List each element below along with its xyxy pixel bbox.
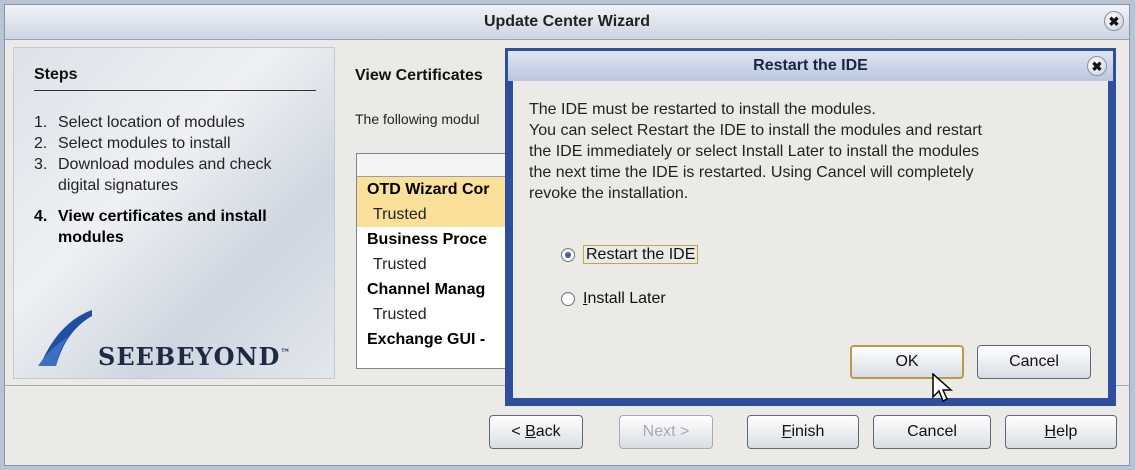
page-title: View Certificates — [355, 67, 483, 84]
step-label: Select modules to install — [58, 135, 231, 152]
radio-label: Install Later — [583, 290, 666, 307]
dialog-body: The IDE must be restarted to install the… — [513, 81, 1108, 398]
step-3: 3. Download modules and check digital sig… — [34, 154, 278, 196]
steps-title: Steps — [34, 66, 316, 91]
dialog-close-icon[interactable]: ✖ — [1087, 56, 1107, 76]
restart-ide-radio[interactable]: Restart the IDE — [561, 245, 699, 264]
wizard-title: Update Center Wizard — [483, 13, 651, 30]
seebeyond-logo: SEEBEYOND™ — [34, 306, 324, 371]
step-1: 1. Select location of modules — [34, 112, 308, 133]
seebeyond-swoosh-icon — [38, 310, 92, 366]
install-later-radio[interactable]: Install Later — [561, 290, 666, 308]
back-button[interactable]: < Back — [489, 415, 583, 449]
step-4-current: 4. View certificates and install modules — [34, 208, 267, 246]
step-label: Select location of modules — [58, 114, 245, 131]
page-description: The following modul — [355, 111, 480, 127]
radio-selected-icon[interactable] — [561, 248, 575, 262]
mouse-cursor-icon — [932, 373, 953, 403]
help-button[interactable]: Help — [1005, 415, 1117, 449]
next-button[interactable]: Next > — [619, 415, 713, 449]
dialog-title: Restart the IDE — [753, 57, 868, 74]
step-2: 2. Select modules to install — [34, 133, 308, 154]
cancel-button[interactable]: Cancel — [873, 415, 991, 449]
logo-text: SEEBEYOND™ — [98, 342, 292, 371]
step-label: View certificates and install modules — [58, 208, 267, 246]
radio-unselected-icon[interactable] — [561, 292, 575, 306]
wizard-close-icon[interactable]: ✖ — [1104, 11, 1124, 31]
restart-ide-dialog: Restart the IDE ✖ The IDE must be restar… — [505, 48, 1116, 406]
dialog-cancel-button[interactable]: Cancel — [977, 345, 1091, 379]
finish-button[interactable]: Finish — [747, 415, 859, 449]
radio-label: Restart the IDE — [583, 245, 699, 264]
dialog-title-bar[interactable]: Restart the IDE ✖ — [508, 51, 1113, 81]
steps-panel: Steps 1. Select location of modules 2. Sel… — [13, 47, 335, 379]
wizard-title-bar[interactable]: Update Center Wizard ✖ — [5, 5, 1129, 40]
dialog-message: The IDE must be restarted to install the… — [529, 101, 982, 202]
step-label: Download modules and check digital signa… — [58, 156, 272, 194]
